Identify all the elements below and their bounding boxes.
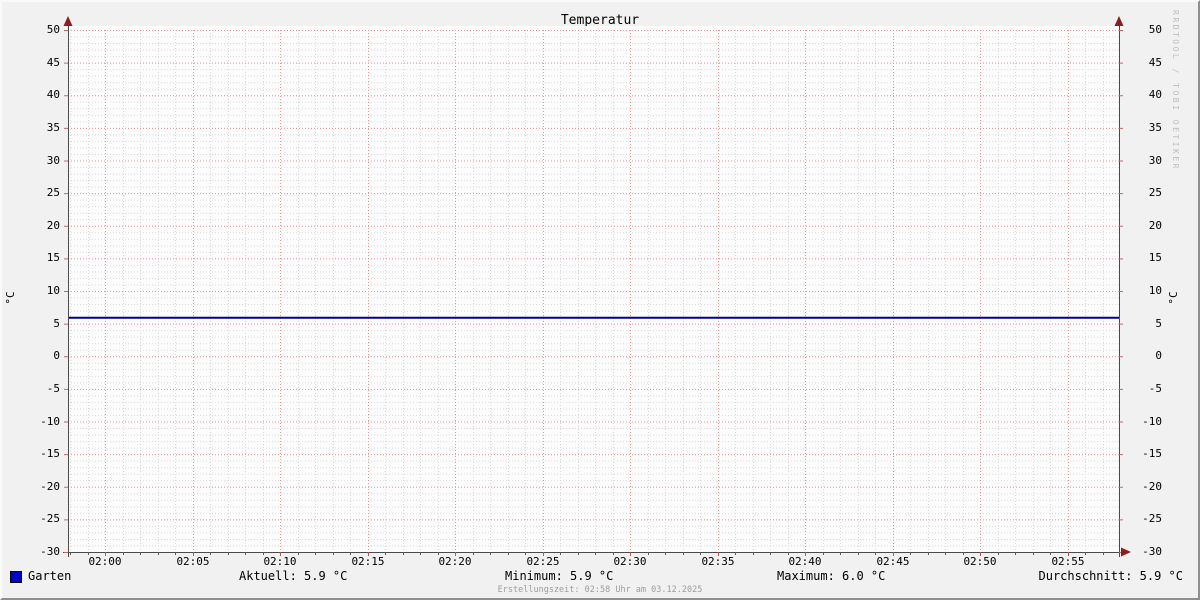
- x-tick-label: 02:00: [88, 555, 122, 568]
- x-tick-label: 02:30: [613, 555, 647, 568]
- y-tick-label-left: -20: [40, 480, 60, 493]
- y-tick-label-left: 45: [46, 56, 60, 69]
- y-tick-label-right: -20: [1142, 480, 1162, 493]
- y-tick-label-left: 30: [46, 154, 60, 167]
- x-tick-label: 02:20: [438, 555, 472, 568]
- series-color-swatch: [10, 571, 22, 583]
- rrdtool-watermark: RRDTOOL / TOBI OETIKER: [1171, 10, 1180, 171]
- generation-timestamp: Erstellungszeit: 02:58 Uhr am 03.12.2025: [497, 585, 703, 595]
- y-tick-label-right: 50: [1148, 23, 1162, 36]
- y-tick-label-left: 50: [46, 23, 60, 36]
- y-tick-label-right: -15: [1142, 447, 1162, 460]
- legend-minimum-value: Minimum: 5.9 °C: [505, 569, 614, 583]
- y-tick-label-right: 35: [1148, 121, 1162, 134]
- y-tick-label-right: 25: [1148, 186, 1162, 199]
- y-tick-label-left: -10: [40, 415, 60, 428]
- x-tick-label: 02:10: [263, 555, 297, 568]
- legend-maximum-value: Maximum: 6.0 °C: [777, 569, 886, 583]
- y-tick-label-right: -5: [1148, 382, 1162, 395]
- x-tick-label: 02:25: [526, 555, 560, 568]
- y-tick-label-left: 0: [53, 349, 60, 362]
- y-tick-label-right: 45: [1148, 56, 1162, 69]
- x-tick-label: 02:40: [788, 555, 822, 568]
- y-axis-unit-left: °C: [4, 291, 17, 305]
- y-tick-label-right: 0: [1155, 349, 1162, 362]
- y-tick-label-left: -25: [40, 512, 60, 525]
- y-tick-label-left: 25: [46, 186, 60, 199]
- y-tick-label-left: -30: [40, 545, 60, 558]
- y-tick-label-left: -5: [46, 382, 60, 395]
- y-tick-label-right: -30: [1142, 545, 1162, 558]
- x-tick-label: 02:15: [351, 555, 385, 568]
- y-tick-label-right: 15: [1148, 251, 1162, 264]
- y-tick-label-right: 20: [1148, 219, 1162, 232]
- y-tick-label-left: 5: [53, 317, 60, 330]
- x-tick-label: 02:55: [1051, 555, 1085, 568]
- x-tick-label: 02:50: [963, 555, 997, 568]
- y-axis-unit-right: °C: [1167, 291, 1180, 305]
- y-tick-label-left: 35: [46, 121, 60, 134]
- rrdtool-temperature-graph: Temperatur -30 -30 -25 -25 -20 -20 -15 -15 -10 -1…: [0, 0, 1200, 600]
- y-tick-label-right: 5: [1155, 317, 1162, 330]
- y-tick-label-left: 40: [46, 88, 60, 101]
- y-tick-label-right: -10: [1142, 415, 1162, 428]
- y-tick-label-left: 10: [46, 284, 60, 297]
- legend-current-value: Aktuell: 5.9 °C: [239, 569, 348, 583]
- x-tick-label: 02:35: [701, 555, 735, 568]
- legend-series-name: Garten: [28, 569, 72, 583]
- x-tick-label: 02:45: [876, 555, 910, 568]
- plot-area: [63, 16, 1131, 557]
- x-tick-label: 02:05: [176, 555, 210, 568]
- y-tick-label-left: 20: [46, 219, 60, 232]
- y-tick-label-right: 30: [1148, 154, 1162, 167]
- y-tick-label-right: 10: [1148, 284, 1162, 297]
- y-tick-label-left: -15: [40, 447, 60, 460]
- legend-average-value: Durchschnitt: 5.9 °C: [1038, 569, 1184, 583]
- y-tick-label-left: 15: [46, 251, 60, 264]
- y-tick-label-right: -25: [1142, 512, 1162, 525]
- y-tick-label-right: 40: [1148, 88, 1162, 101]
- chart-title: Temperatur: [560, 13, 640, 28]
